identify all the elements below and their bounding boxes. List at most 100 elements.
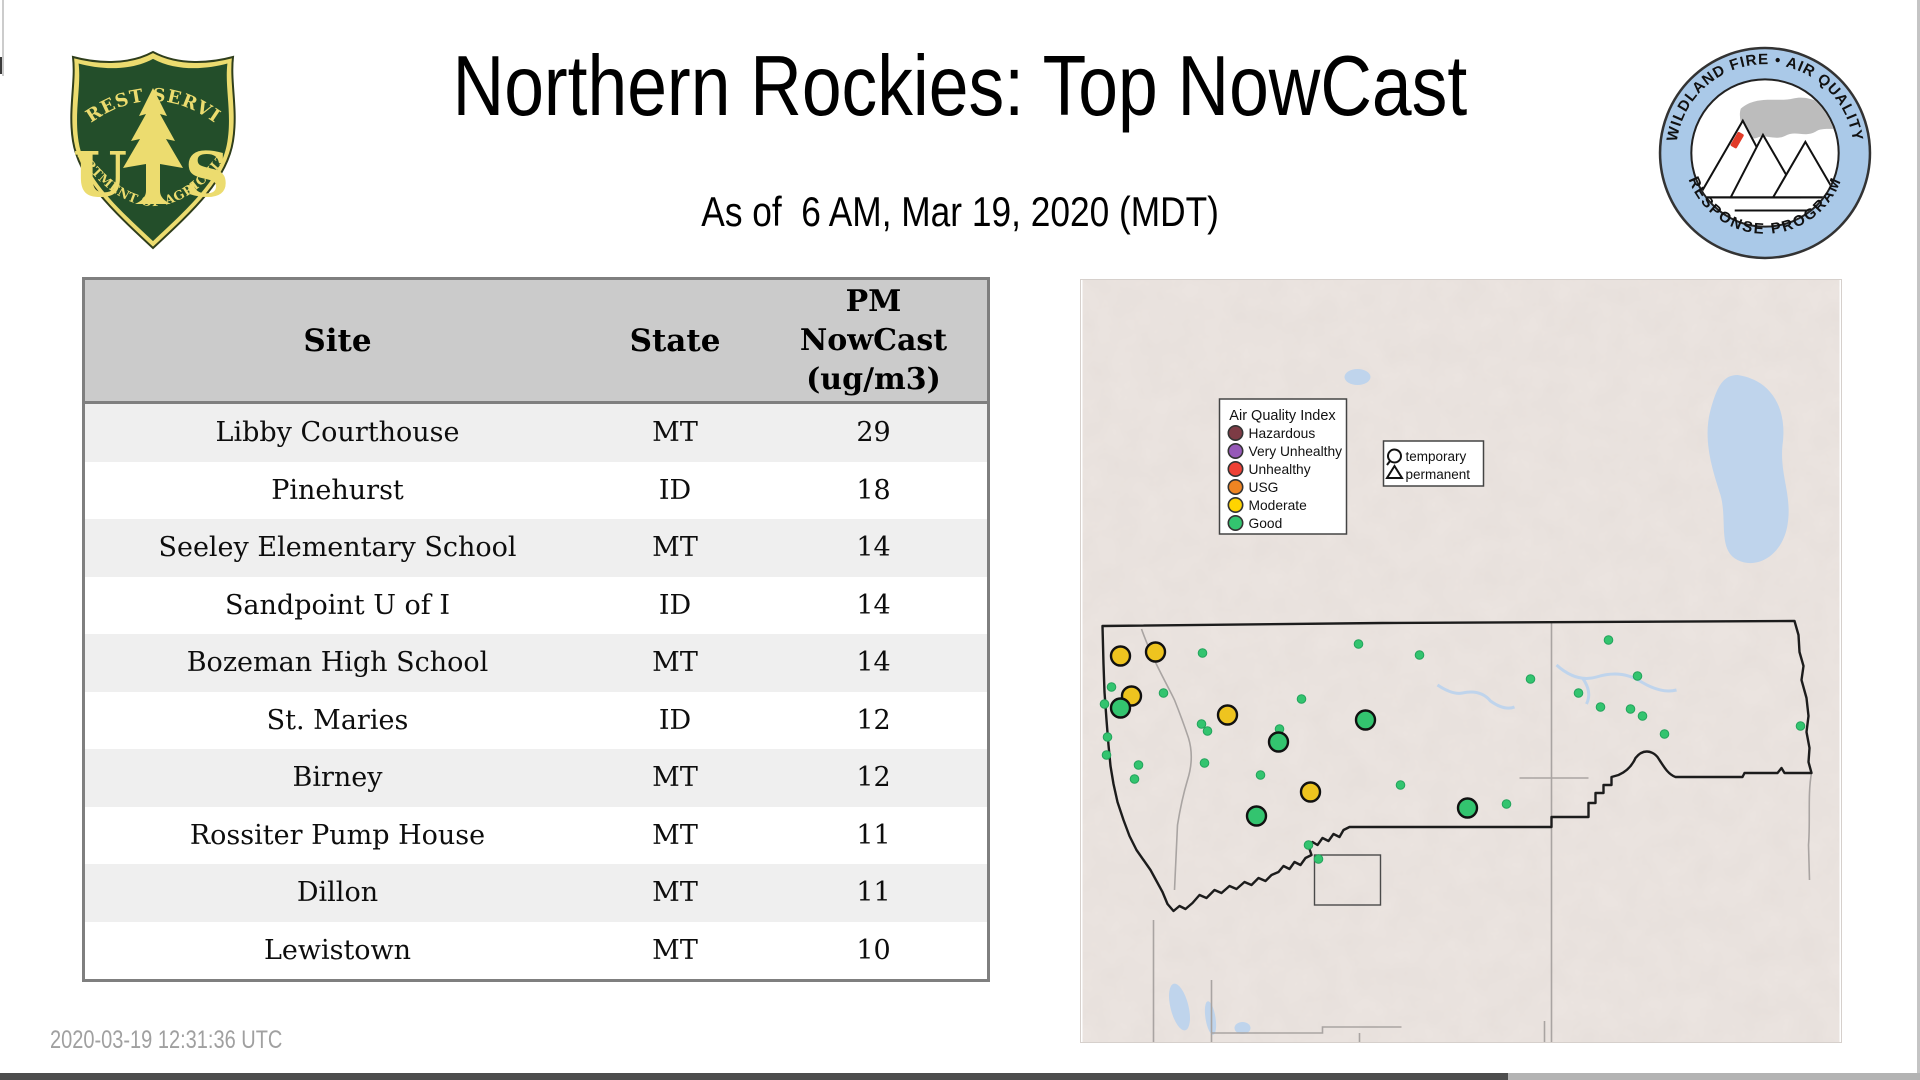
monitor-moderate-large [1146,643,1165,662]
monitor-good-small [1314,855,1323,864]
monitor-good-small [1197,720,1206,729]
table-row: PinehurstID18 [85,462,987,520]
site-cell: Libby Courthouse [85,404,590,462]
monitor-good-small [1596,703,1605,712]
aqi-legend-label: Moderate [1249,498,1308,513]
table-row: Libby CourthouseMT29 [85,404,987,462]
table-header: Site State PM NowCast (ug/m3) [85,280,987,404]
monitor-good-small [1354,640,1363,649]
col-header-site: Site [85,280,590,401]
wfaqrp-logo: WILDLAND FIRE • AIR QUALITY RESPONSE PRO… [1656,44,1874,262]
value-cell: 14 [760,577,987,635]
marker-type-legend: temporary permanent [1384,441,1484,486]
monitor-good-small [1633,672,1642,681]
timestamp: 2020-03-19 12:31:36 UTC [50,1026,340,1055]
state-cell: MT [590,404,760,462]
value-cell: 12 [760,692,987,750]
nowcast-table: Site State PM NowCast (ug/m3) Libby Cour… [82,277,990,982]
value-cell: 29 [760,404,987,462]
state-cell: MT [590,864,760,922]
table-body: Libby CourthouseMT29PinehurstID18Seeley … [85,404,987,979]
monitor-good-large [1247,807,1266,826]
aqi-legend-title: Air Quality Index [1229,408,1336,424]
site-cell: Sandpoint U of I [85,577,590,635]
site-cell: Bozeman High School [85,634,590,692]
monitor-good-small [1604,636,1613,645]
state-cell: MT [590,634,760,692]
monitor-good-small [1638,712,1647,721]
aqi-color-dot [1228,444,1242,458]
value-cell: 11 [760,807,987,865]
monitor-good-small [1100,700,1109,709]
progress-bar-track [1508,1073,1920,1080]
value-cell: 18 [760,462,987,520]
aqi-legend-label: Good [1249,516,1283,531]
monitor-good-small [1200,759,1209,768]
monitor-good-small [1102,751,1111,760]
monitor-good-small [1203,727,1212,736]
monitor-good-small [1526,675,1535,684]
monitor-good-small [1415,651,1424,660]
monitor-good-small [1574,689,1583,698]
monitor-good-small [1130,775,1139,784]
temporary-label: temporary [1406,449,1467,464]
air-quality-map: Air Quality Index Hazardous Very Unhealth… [1080,279,1842,1043]
permanent-label: permanent [1406,467,1471,482]
aqi-color-dot [1228,516,1242,530]
aqi-color-dot [1228,462,1242,476]
monitor-good-large [1356,711,1375,730]
page-subtitle: As of 6 AM, Mar 19, 2020 (MDT) [0,188,1920,236]
monitor-good-small [1796,722,1805,731]
site-cell: Pinehurst [85,462,590,520]
value-cell: 12 [760,749,987,807]
state-cell: ID [590,462,760,520]
aqi-color-dot [1228,426,1242,440]
state-cell: MT [590,807,760,865]
aqi-legend-label: USG [1249,480,1279,495]
monitor-moderate-large [1301,783,1320,802]
state-cell: ID [590,692,760,750]
aqi-legend: Air Quality Index Hazardous Very Unhealth… [1220,399,1347,534]
table-row: Rossiter Pump HouseMT11 [85,807,987,865]
monitor-good-small [1198,649,1207,658]
monitor-moderate-large [1111,647,1130,666]
table-row: LewistownMT10 [85,922,987,980]
table-row: Bozeman High SchoolMT14 [85,634,987,692]
aqi-color-dot [1228,480,1242,494]
col-header-pm-nowcast: PM NowCast (ug/m3) [760,280,987,401]
monitor-good-small [1159,689,1168,698]
monitor-good-small [1103,733,1112,742]
aqi-color-dot [1228,498,1242,512]
monitor-good-small [1626,705,1635,714]
monitor-good-small [1396,781,1405,790]
state-cell: MT [590,749,760,807]
monitor-good-large [1269,733,1288,752]
monitor-good-small [1107,683,1116,692]
site-cell: Seeley Elementary School [85,519,590,577]
monitor-good-small [1304,841,1313,850]
site-cell: Rossiter Pump House [85,807,590,865]
value-cell: 11 [760,864,987,922]
site-cell: Dillon [85,864,590,922]
value-cell: 10 [760,922,987,980]
table-row: Sandpoint U of IID14 [85,577,987,635]
aqi-legend-label: Very Unhealthy [1249,444,1343,459]
table-row: Seeley Elementary SchoolMT14 [85,519,987,577]
site-cell: St. Maries [85,692,590,750]
monitor-good-small [1502,800,1511,809]
monitor-good-small [1134,761,1143,770]
aqi-legend-label: Hazardous [1249,426,1316,441]
state-cell: MT [590,922,760,980]
value-cell: 14 [760,634,987,692]
monitor-good-small [1660,730,1669,739]
site-cell: Birney [85,749,590,807]
page-title: Northern Rockies: Top NowCast [0,40,1920,134]
monitor-moderate-large [1218,706,1237,725]
value-cell: 14 [760,519,987,577]
progress-bar-filled [0,1073,1508,1080]
site-cell: Lewistown [85,922,590,980]
col-header-state: State [590,280,760,401]
monitor-good-small [1256,771,1265,780]
table-row: BirneyMT12 [85,749,987,807]
monitor-good-large [1111,699,1130,718]
